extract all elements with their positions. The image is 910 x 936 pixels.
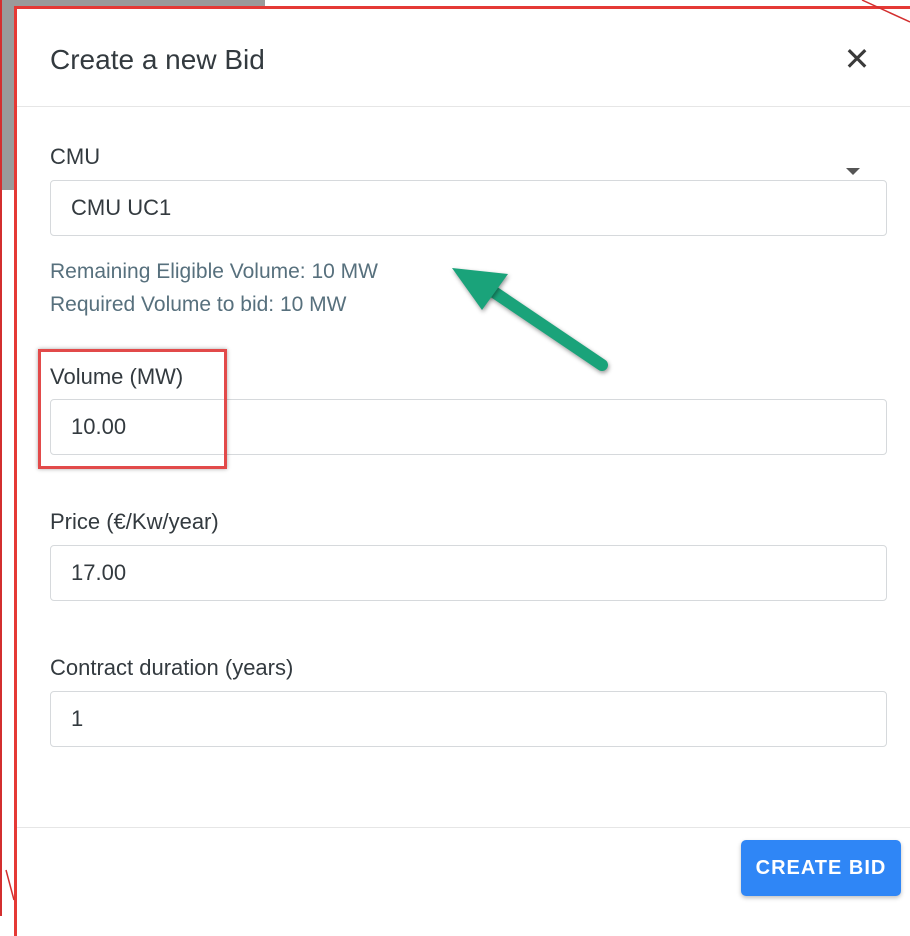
close-button[interactable]: ✕: [832, 39, 882, 79]
chevron-down-icon[interactable]: [846, 168, 860, 175]
cmu-label: CMU: [50, 144, 101, 169]
create-bid-button[interactable]: CREATE BID: [741, 840, 901, 896]
price-input[interactable]: 17.00: [50, 545, 887, 601]
create-bid-modal: Create a new Bid ✕ CMU CMU UC1 Remaining…: [14, 6, 910, 936]
volume-highlight-annotation: [38, 349, 227, 469]
close-icon: ✕: [843, 41, 871, 77]
required-volume-text: Required Volume to bid: 10 MW: [50, 293, 347, 316]
remaining-volume-text: Remaining Eligible Volume: 10 MW: [50, 260, 378, 283]
duration-input[interactable]: 1: [50, 691, 887, 747]
modal-header: Create a new Bid ✕: [17, 9, 910, 107]
price-label: Price (€/Kw/year): [50, 509, 219, 534]
footer-divider: [17, 827, 910, 828]
cmu-select[interactable]: CMU UC1: [50, 180, 887, 236]
modal-title: Create a new Bid: [50, 44, 265, 75]
duration-label: Contract duration (years): [50, 655, 294, 680]
